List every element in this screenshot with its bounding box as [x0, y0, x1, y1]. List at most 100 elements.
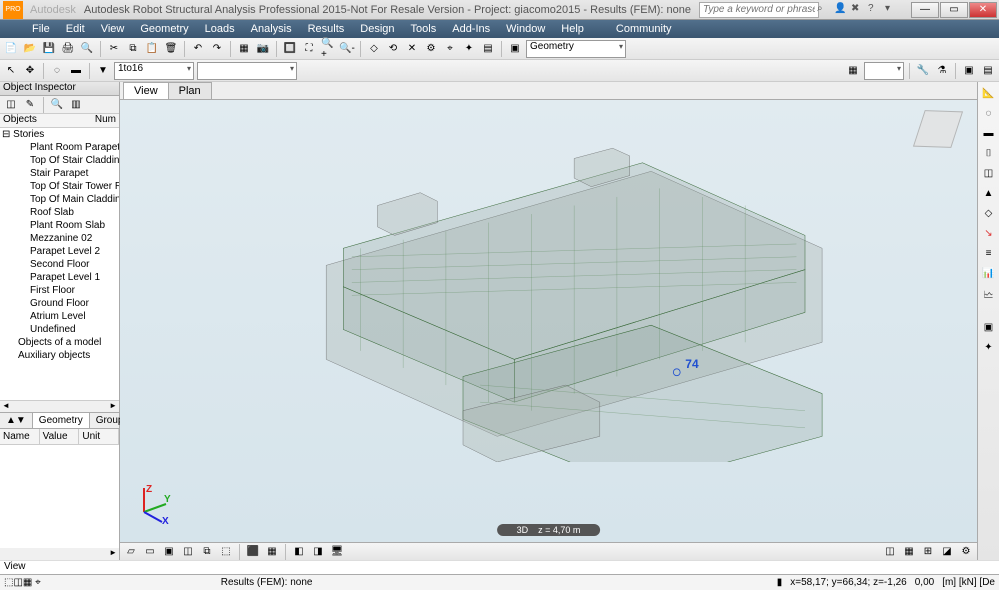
tree-item[interactable]: Top Of Stair Cladding	[0, 154, 119, 167]
tree-item[interactable]: Top Of Stair Tower Roofs	[0, 180, 119, 193]
rt-section-icon[interactable]: ⌷	[981, 148, 997, 164]
tab-geometry[interactable]: Geometry	[33, 413, 90, 428]
tool-f-icon[interactable]: ✦	[461, 41, 477, 57]
tab-view[interactable]: View	[123, 82, 169, 99]
menu-design[interactable]: Design	[352, 23, 402, 35]
menu-analysis[interactable]: Analysis	[243, 23, 300, 35]
tree-item-objects-model[interactable]: Objects of a model	[0, 336, 119, 349]
tree-item[interactable]: Atrium Level	[0, 310, 119, 323]
select-icon[interactable]: ↖	[3, 63, 19, 79]
vb-icon-11[interactable]: 🖥	[329, 544, 345, 560]
infocenter-icon[interactable]: ⌕	[817, 3, 831, 17]
vb-icon-3[interactable]: ▣	[161, 544, 177, 560]
edit-table-icon[interactable]: ▦	[236, 41, 252, 57]
oi-tool-1-icon[interactable]: ◫	[3, 97, 19, 113]
rt-results-icon[interactable]: 🗠	[981, 288, 997, 304]
tree-item[interactable]: Plant Room Slab	[0, 219, 119, 232]
vb-icon-9[interactable]: ◧	[291, 544, 307, 560]
tree-item[interactable]: First Floor	[0, 284, 119, 297]
view-tool-1-icon[interactable]: ▦	[845, 63, 861, 79]
tree-item[interactable]: Parapet Level 2	[0, 245, 119, 258]
vb-right-4[interactable]: ◪	[939, 544, 955, 560]
maximize-button[interactable]: ▭	[940, 2, 968, 18]
bars-icon[interactable]: ▬	[68, 63, 84, 79]
vb-icon-10[interactable]: ◨	[310, 544, 326, 560]
tree-item[interactable]: Second Floor	[0, 258, 119, 271]
pg-col-name[interactable]: Name	[0, 429, 40, 444]
pg-col-unit[interactable]: Unit	[79, 429, 119, 444]
vb-icon-6[interactable]: ⬚	[218, 544, 234, 560]
dropdown-icon[interactable]: ▾	[885, 3, 899, 17]
tool-c-icon[interactable]: ✕	[404, 41, 420, 57]
tree-hscroll[interactable]	[0, 400, 119, 412]
menu-results[interactable]: Results	[300, 23, 353, 35]
tree-item[interactable]: Ground Floor	[0, 297, 119, 310]
menu-tools[interactable]: Tools	[403, 23, 445, 35]
layout-icon[interactable]: ▣	[507, 41, 523, 57]
undo-icon[interactable]: ↶	[190, 41, 206, 57]
tree-item[interactable]: Top Of Main Cladding	[0, 193, 119, 206]
view-tool-4-icon[interactable]: ▣	[961, 63, 977, 79]
zoom-in-icon[interactable]: 🔍+	[320, 41, 336, 57]
tool-b-icon[interactable]: ⟲	[385, 41, 401, 57]
vb-right-2[interactable]: ▦	[901, 544, 917, 560]
tree-item[interactable]: Stair Parapet	[0, 167, 119, 180]
3d-viewport[interactable]: 74 Z Y X 3D z = 4,70 m	[120, 100, 977, 542]
redo-icon[interactable]: ↷	[209, 41, 225, 57]
view-tool-2-icon[interactable]: 🔧	[915, 63, 931, 79]
menu-window[interactable]: Window	[498, 23, 553, 35]
menu-edit[interactable]: Edit	[58, 23, 93, 35]
zoom-out-icon[interactable]: 🔍-	[339, 41, 355, 57]
rt-bars-icon[interactable]: ▬	[981, 128, 997, 144]
axis-gizmo[interactable]: Z Y X	[132, 484, 172, 524]
tree-item[interactable]: Undefined	[0, 323, 119, 336]
rt-calc-icon[interactable]: 📊	[981, 268, 997, 284]
view-tool-3-icon[interactable]: ⚗	[934, 63, 950, 79]
tree-item[interactable]: Mezzanine 02	[0, 232, 119, 245]
col-objects[interactable]: Objects	[0, 114, 89, 127]
save-icon[interactable]: 💾	[41, 41, 57, 57]
vb-icon-4[interactable]: ◫	[180, 544, 196, 560]
search-input[interactable]	[699, 2, 819, 18]
tool-g-icon[interactable]: ▤	[480, 41, 496, 57]
tree-item[interactable]: Plant Room Parapet Level	[0, 141, 119, 154]
preview-icon[interactable]: 🔍	[79, 41, 95, 57]
rt-extra-1-icon[interactable]: ▣	[981, 322, 997, 338]
rt-axes-icon[interactable]: 📐	[981, 88, 997, 104]
oi-tool-2-icon[interactable]: ✎	[22, 97, 38, 113]
nodes-icon[interactable]: ◌	[49, 63, 65, 79]
view-combo[interactable]	[864, 62, 904, 80]
tree-root-stories[interactable]: Stories	[0, 128, 119, 141]
help-icon[interactable]: ?	[868, 3, 882, 17]
vb-icon-1[interactable]: ▱	[123, 544, 139, 560]
exchange-icon[interactable]: ✖	[851, 3, 865, 17]
view-tool-5-icon[interactable]: ▤	[980, 63, 996, 79]
vb-icon-8[interactable]: ▦	[264, 544, 280, 560]
pg-col-value[interactable]: Value	[40, 429, 80, 444]
vb-icon-2[interactable]: ▭	[142, 544, 158, 560]
move-icon[interactable]: ✥	[22, 63, 38, 79]
tree-item[interactable]: Roof Slab	[0, 206, 119, 219]
vb-right-1[interactable]: ◫	[882, 544, 898, 560]
selection-combo-1[interactable]	[197, 62, 297, 80]
vb-right-5[interactable]: ⚙	[958, 544, 974, 560]
open-icon[interactable]: 📂	[22, 41, 38, 57]
rt-support-icon[interactable]: ▲	[981, 188, 997, 204]
col-num[interactable]: Num	[89, 114, 119, 127]
vb-icon-7[interactable]: ⬛	[245, 544, 261, 560]
rt-nodes-icon[interactable]: ◌	[981, 108, 997, 124]
tab-nav[interactable]: ▲▼	[0, 413, 33, 428]
signin-icon[interactable]: 👤	[834, 3, 848, 17]
oi-tool-3-icon[interactable]: 🔍	[49, 97, 65, 113]
oi-tool-4-icon[interactable]: ▥	[68, 97, 84, 113]
rt-loadcase-icon[interactable]: ≡	[981, 248, 997, 264]
menu-file[interactable]: File	[24, 23, 58, 35]
vb-icon-5[interactable]: ⧉	[199, 544, 215, 560]
rt-material-icon[interactable]: ◫	[981, 168, 997, 184]
rt-release-icon[interactable]: ◇	[981, 208, 997, 224]
tool-a-icon[interactable]: ◇	[366, 41, 382, 57]
rt-extra-2-icon[interactable]: ✦	[981, 342, 997, 358]
menu-geometry[interactable]: Geometry	[132, 23, 196, 35]
menu-community[interactable]: Community	[608, 23, 680, 35]
print-icon[interactable]: 🖨	[60, 41, 76, 57]
